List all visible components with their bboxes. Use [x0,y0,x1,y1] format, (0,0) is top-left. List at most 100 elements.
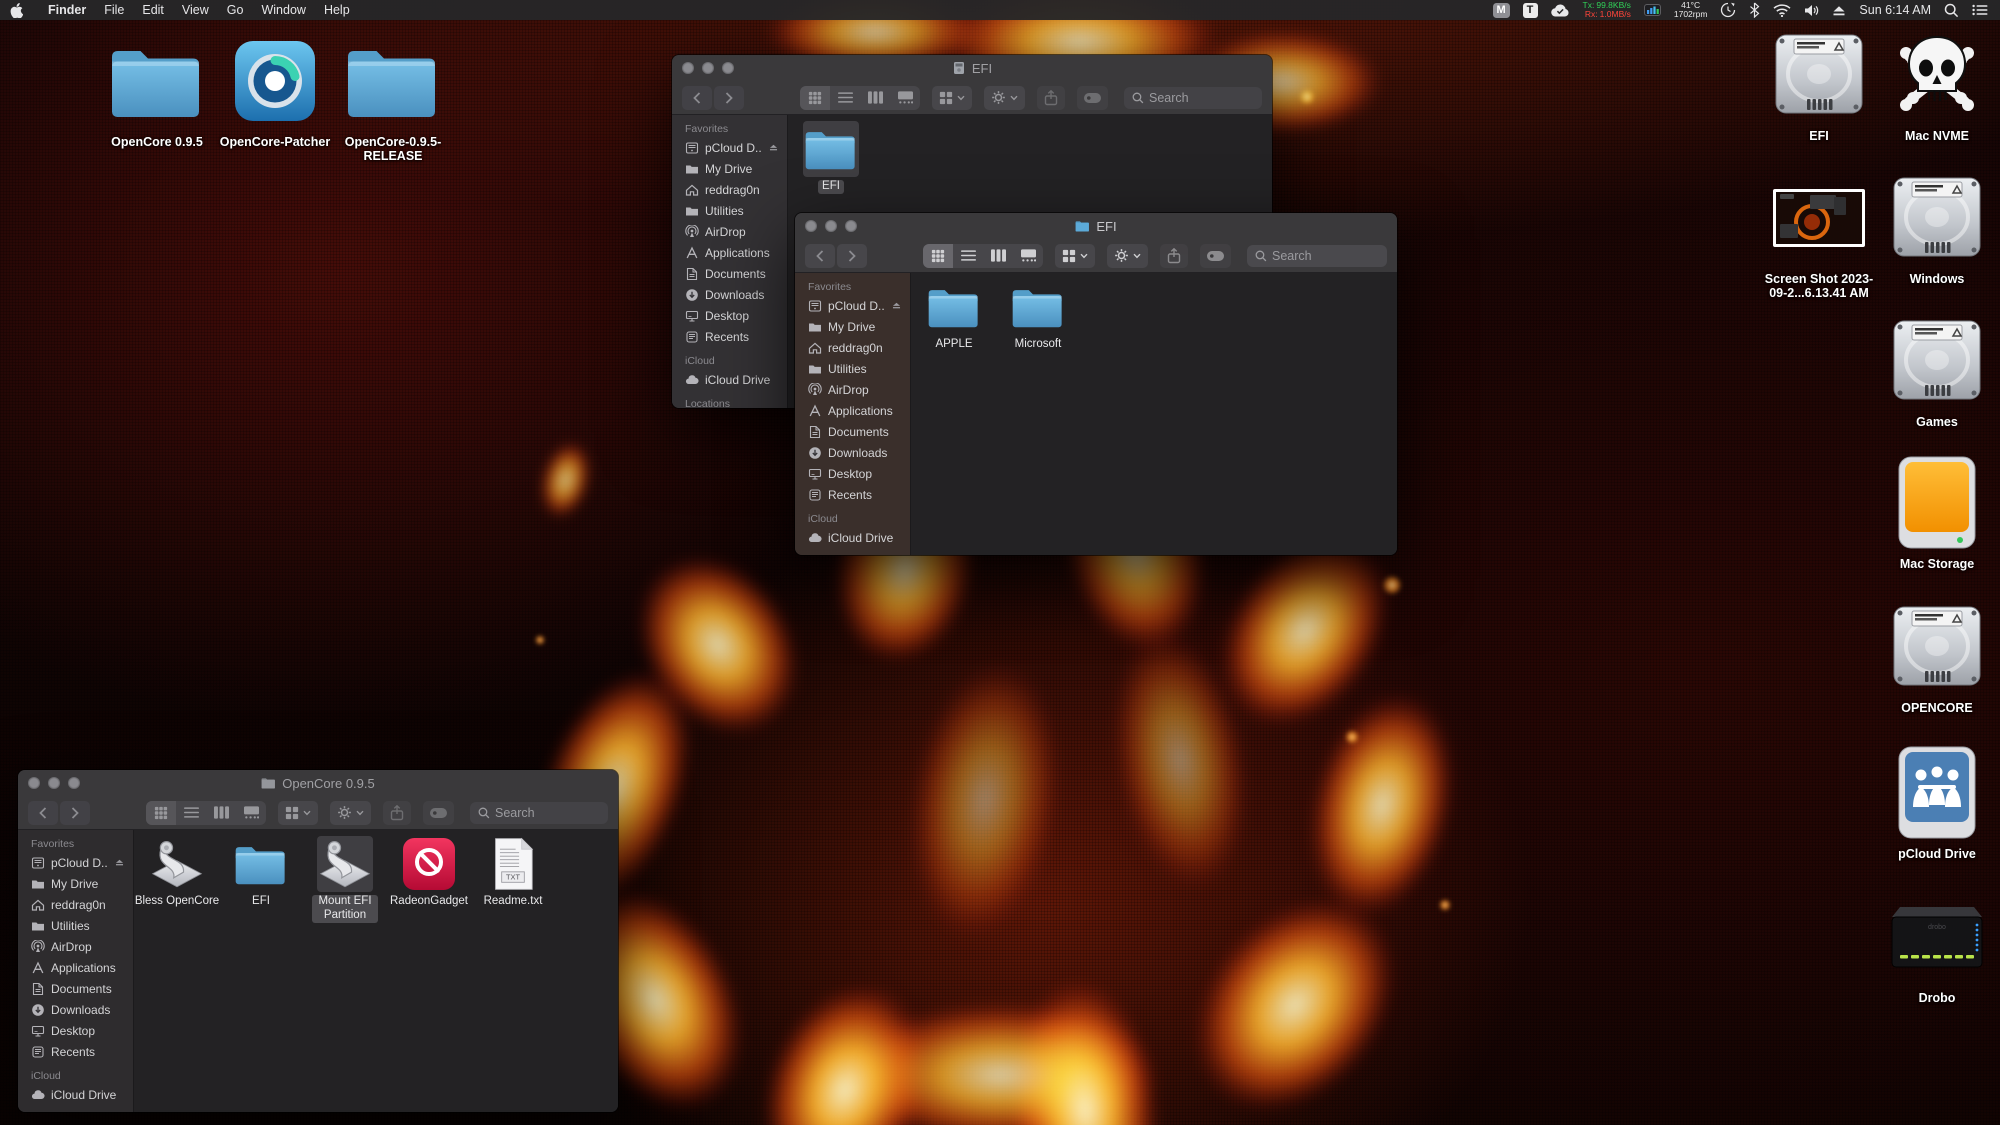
sidebar-item-airdrop[interactable]: AirDrop [18,936,133,957]
file-item-apple[interactable]: APPLE [919,279,989,352]
t-menu-extra-icon[interactable]: T [1523,3,1538,18]
desktop-icon-games[interactable]: Games [1880,308,1994,429]
desktop-icon-screen-shot-2023-09-2-6-13-41-[interactable]: Screen Shot 2023-09-2...6.13.41 AM [1762,165,1876,301]
list-view-button[interactable] [176,801,206,825]
menu-finder[interactable]: Finder [39,3,95,17]
file-item-mount-efi-partition[interactable]: Mount EFI Partition [310,836,380,923]
desktop-icon-windows[interactable]: Windows [1880,165,1994,286]
column-view-button[interactable] [983,244,1013,268]
titlebar[interactable]: OpenCore 0.9.5 [18,770,618,796]
sidebar-item-utilities[interactable]: Utilities [672,200,787,221]
icon-view-button[interactable] [800,86,830,110]
desktop-icon-opencore-patcher[interactable]: OpenCore-Patcher [218,28,332,149]
desktop-icon-opencore[interactable]: OPENCORE [1880,594,1994,715]
desktop-icon-mac-nvme[interactable]: Mac NVME [1880,22,1994,143]
zoom-button[interactable] [722,62,734,74]
back-button[interactable] [805,244,835,268]
sidebar-item-pcloud-d-[interactable]: pCloud D... [795,295,910,316]
sidebar-item-reddrag0n[interactable]: reddrag0n [795,337,910,358]
menu-help[interactable]: Help [315,3,359,17]
sidebar-item-recents[interactable]: Recents [672,326,787,347]
share-button[interactable] [1037,86,1065,110]
eject-icon[interactable] [891,300,902,311]
sidebar-item-documents[interactable]: Documents [795,421,910,442]
bluetooth-icon[interactable] [1749,2,1760,18]
minimize-button[interactable] [825,220,837,232]
gallery-view-button[interactable] [1013,244,1043,268]
icon-view-button[interactable] [146,801,176,825]
share-button[interactable] [383,801,411,825]
temp-fan-readout[interactable]: 41°C 1702rpm [1674,1,1708,19]
istat-gauge-icon[interactable] [1644,4,1661,16]
sidebar-item-downloads[interactable]: Downloads [795,442,910,463]
action-gear-button[interactable] [330,801,371,825]
sidebar-item-icloud-drive[interactable]: iCloud Drive [795,527,910,548]
pcloud-sync-icon[interactable] [1551,4,1570,17]
search-input[interactable]: Search [1247,245,1387,267]
file-area[interactable]: Bless OpenCoreEFIMount EFI PartitionRade… [134,830,618,1112]
eject-icon[interactable] [768,142,779,153]
zoom-button[interactable] [845,220,857,232]
close-button[interactable] [682,62,694,74]
sidebar-item-my-drive[interactable]: My Drive [672,158,787,179]
sidebar-item-downloads[interactable]: Downloads [672,284,787,305]
icon-view-button[interactable] [923,244,953,268]
forward-button[interactable] [714,86,744,110]
sidebar-item-desktop[interactable]: Desktop [795,463,910,484]
desktop-icon-mac-storage[interactable]: Mac Storage [1880,450,1994,571]
time-machine-icon[interactable] [1720,2,1736,18]
close-button[interactable] [805,220,817,232]
sidebar-item-reddrag0n[interactable]: reddrag0n [672,179,787,200]
apple-menu-icon[interactable] [10,3,23,18]
tag-button[interactable] [1077,86,1108,110]
eject-icon[interactable] [1832,4,1846,17]
menu-file[interactable]: File [95,3,133,17]
group-by-button[interactable] [278,801,318,825]
sidebar-item-applications[interactable]: Applications [672,242,787,263]
sidebar-item-my-drive[interactable]: My Drive [18,873,133,894]
list-view-button[interactable] [830,86,860,110]
m-menu-extra-icon[interactable]: M [1493,3,1510,18]
file-item-efi[interactable]: EFI [226,836,296,909]
sidebar-item-airdrop[interactable]: AirDrop [795,379,910,400]
sidebar-item-icloud-drive[interactable]: iCloud Drive [18,1084,133,1105]
tag-button[interactable] [423,801,454,825]
desktop-icon-efi[interactable]: EFI [1762,22,1876,143]
file-area[interactable]: APPLEMicrosoft [911,273,1397,555]
finder-window-opencore[interactable]: OpenCore 0.9.5 Search FavoritespCloud D.… [18,770,618,1112]
titlebar[interactable]: EFI [795,213,1397,239]
sidebar-item-pcloud-d-[interactable]: pCloud D... [672,137,787,158]
sidebar-item-documents[interactable]: Documents [672,263,787,284]
action-gear-button[interactable] [984,86,1025,110]
sidebar-item-downloads[interactable]: Downloads [18,999,133,1020]
menu-edit[interactable]: Edit [133,3,173,17]
sidebar-item-recents[interactable]: Recents [795,484,910,505]
group-by-button[interactable] [932,86,972,110]
spotlight-icon[interactable] [1944,3,1959,18]
column-view-button[interactable] [860,86,890,110]
sidebar-item-utilities[interactable]: Utilities [795,358,910,379]
menu-view[interactable]: View [173,3,218,17]
file-item-radeongadget[interactable]: RadeonGadget [394,836,464,909]
sidebar-item-airdrop[interactable]: AirDrop [672,221,787,242]
menu-go[interactable]: Go [218,3,253,17]
desktop-icon-pcloud-drive[interactable]: pCloud Drive [1880,740,1994,861]
sidebar-item-reddrag0n[interactable]: reddrag0n [18,894,133,915]
sidebar-item-applications[interactable]: Applications [18,957,133,978]
list-view-button[interactable] [953,244,983,268]
sidebar-item-pcloud-d-[interactable]: pCloud D... [18,852,133,873]
share-button[interactable] [1160,244,1188,268]
desktop-icon-opencore-0-9-5[interactable]: OpenCore 0.9.5 [100,28,214,149]
search-input[interactable]: Search [470,802,608,824]
desktop-icon-opencore-0-9-5-release[interactable]: OpenCore-0.9.5-RELEASE [336,28,450,164]
eject-icon[interactable] [114,857,125,868]
gallery-view-button[interactable] [236,801,266,825]
sidebar-item-my-drive[interactable]: My Drive [795,316,910,337]
sidebar-item-documents[interactable]: Documents [18,978,133,999]
sidebar-item-utilities[interactable]: Utilities [18,915,133,936]
close-button[interactable] [28,777,40,789]
titlebar[interactable]: EFI [672,55,1272,81]
sidebar-item-desktop[interactable]: Desktop [672,305,787,326]
minimize-button[interactable] [48,777,60,789]
gallery-view-button[interactable] [890,86,920,110]
